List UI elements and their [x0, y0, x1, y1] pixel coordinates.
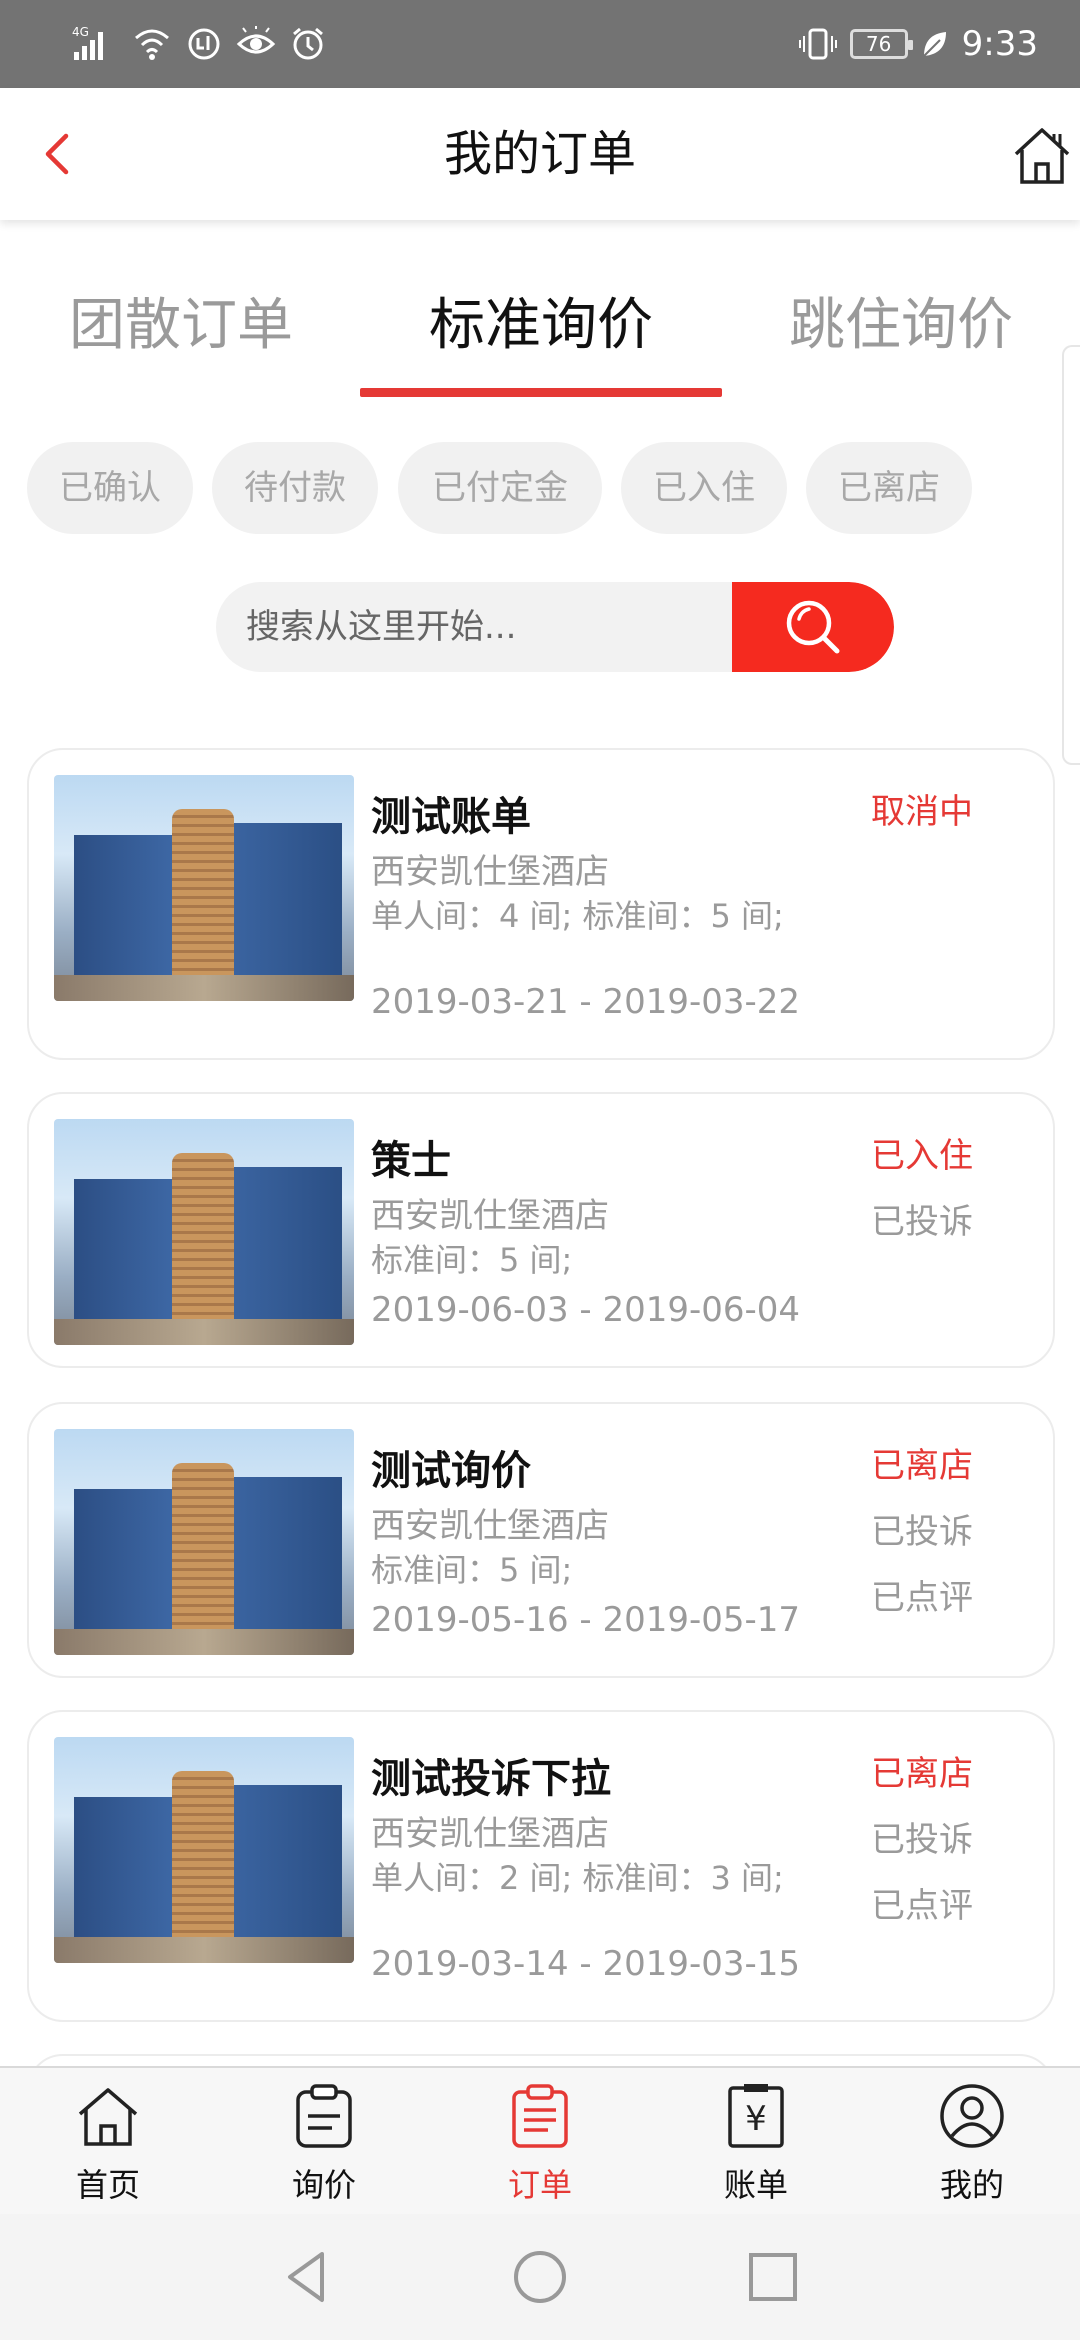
hotel-photo — [54, 775, 354, 1001]
review-status-label: 已点评 — [871, 1886, 973, 1926]
nav-label-inquiry: 询价 — [291, 2166, 356, 2204]
status-icons-right: 76 9:33 — [798, 22, 1038, 66]
active-tab-indicator — [360, 388, 722, 397]
side-scroll-edge — [1062, 345, 1080, 765]
room-summary: 单人间：2 间; 标准间：3 间; — [371, 1859, 784, 1897]
order-card[interactable]: 测试账单 西安凯仕堡酒店 单人间：4 间; 标准间：5 间; 2019-03-2… — [27, 748, 1055, 1060]
tab-group-orders[interactable]: 团散订单 — [0, 280, 362, 361]
stay-dates: 2019-06-03 - 2019-06-04 — [371, 1290, 801, 1330]
home-icon — [1014, 128, 1070, 184]
complaint-status-label: 已投诉 — [871, 1512, 973, 1552]
order-status: 已入住 已投诉 — [871, 1128, 973, 1260]
nav-item-home[interactable]: 首页 — [0, 2068, 216, 2216]
order-title: 策士 — [371, 1138, 451, 1184]
page-title: 我的订单 — [443, 126, 636, 182]
stay-dates: 2019-03-14 - 2019-03-15 — [371, 1944, 801, 1984]
status-label: 已离店 — [871, 1754, 973, 1794]
status-label: 取消中 — [871, 792, 973, 832]
nav-item-inquiry[interactable]: 询价 — [216, 2068, 432, 2216]
search-input[interactable] — [216, 582, 732, 672]
nav-label-home: 首页 — [75, 2166, 140, 2204]
system-recents-button[interactable] — [740, 2244, 806, 2310]
stay-dates: 2019-03-21 - 2019-03-22 — [371, 982, 801, 1022]
hotel-photo — [54, 1737, 354, 1963]
nav-label-orders: 订单 — [507, 2166, 572, 2204]
wifi-icon — [135, 29, 169, 60]
order-status: 已离店 已投诉 已点评 — [871, 1746, 973, 1944]
status-icons-left: 4G — [70, 22, 326, 66]
clipboard-icon — [296, 2084, 352, 2148]
order-list[interactable]: 测试账单 西安凯仕堡酒店 单人间：4 间; 标准间：5 间; 2019-03-2… — [0, 740, 1080, 2066]
nav-label-bills: 账单 — [723, 2166, 788, 2204]
filter-chip-confirmed[interactable]: 已确认 — [27, 442, 193, 534]
home-button[interactable] — [1010, 124, 1074, 188]
data-saver-icon — [188, 28, 220, 60]
hotel-photo — [54, 1119, 354, 1345]
vibrate-icon — [798, 28, 837, 60]
order-card-partial[interactable] — [27, 2054, 1055, 2066]
system-nav-bar — [0, 2214, 1080, 2340]
hotel-name: 西安凯仕堡酒店 — [371, 852, 609, 892]
hotel-name: 西安凯仕堡酒店 — [371, 1196, 609, 1236]
nav-label-mine: 我的 — [939, 2166, 1004, 2204]
nav-item-bills[interactable]: ¥ 账单 — [648, 2068, 864, 2216]
room-summary: 标准间：5 间; — [371, 1241, 573, 1279]
order-list-icon — [512, 2084, 568, 2148]
tab-standard-inquiry[interactable]: 标准询价 — [360, 280, 722, 361]
eye-comfort-icon — [236, 26, 276, 54]
order-title: 测试投诉下拉 — [371, 1756, 611, 1802]
user-icon — [940, 2084, 1004, 2148]
alarm-icon — [293, 27, 323, 60]
order-title: 测试账单 — [371, 794, 531, 840]
status-label: 已离店 — [871, 1446, 973, 1486]
circle-home-icon — [514, 2251, 566, 2303]
order-title: 测试询价 — [371, 1448, 531, 1494]
complaint-status-label: 已投诉 — [871, 1202, 973, 1242]
tab-stay-inquiry[interactable]: 跳住询价 — [720, 280, 1080, 361]
review-status-label: 已点评 — [871, 1578, 973, 1618]
order-status: 已离店 已投诉 已点评 — [871, 1438, 973, 1636]
hotel-photo — [54, 1429, 354, 1655]
room-summary: 标准间：5 间; — [371, 1551, 573, 1589]
filter-chip-checked-in[interactable]: 已入住 — [621, 442, 787, 534]
search-bar — [216, 582, 894, 672]
network-type-label: 4G — [72, 25, 89, 39]
system-back-button[interactable] — [274, 2244, 340, 2310]
status-bar: 4G 76 9:33 — [0, 0, 1080, 88]
filter-chip-deposit-paid[interactable]: 已付定金 — [398, 442, 602, 534]
order-card[interactable]: 测试询价 西安凯仕堡酒店 标准间：5 间; 2019-05-16 - 2019-… — [27, 1402, 1055, 1678]
leaf-icon — [922, 32, 946, 57]
order-card[interactable]: 测试投诉下拉 西安凯仕堡酒店 单人间：2 间; 标准间：3 间; 2019-03… — [27, 1710, 1055, 2022]
clock-time: 9:33 — [961, 24, 1038, 64]
signal-icon: 4G — [72, 25, 103, 60]
order-status: 取消中 — [871, 784, 973, 850]
order-card[interactable]: 策士 西安凯仕堡酒店 标准间：5 间; 2019-06-03 - 2019-06… — [27, 1092, 1055, 1368]
search-icon — [786, 600, 840, 654]
yuan-glyph: ¥ — [745, 2099, 767, 2139]
bill-yuan-icon: ¥ — [728, 2084, 784, 2148]
hotel-name: 西安凯仕堡酒店 — [371, 1814, 609, 1854]
status-label: 已入住 — [871, 1136, 973, 1176]
app-header: 我的订单 — [0, 88, 1080, 220]
hotel-name: 西安凯仕堡酒店 — [371, 1506, 609, 1546]
system-home-button[interactable] — [507, 2244, 573, 2310]
nav-item-mine[interactable]: 我的 — [864, 2068, 1080, 2216]
complaint-status-label: 已投诉 — [871, 1820, 973, 1860]
bottom-nav: 首页 询价 订单 ¥ 账单 我的 — [0, 2066, 1080, 2214]
home-icon — [78, 2088, 138, 2146]
nav-item-orders[interactable]: 订单 — [432, 2068, 648, 2216]
room-summary: 单人间：4 间; 标准间：5 间; — [371, 897, 784, 935]
filter-chip-pending-payment[interactable]: 待付款 — [212, 442, 378, 534]
battery-level: 76 — [865, 32, 892, 56]
order-type-tabs: 团散订单 标准询价 跳住询价 — [0, 250, 1080, 400]
stay-dates: 2019-05-16 - 2019-05-17 — [371, 1600, 801, 1640]
filter-chip-checked-out[interactable]: 已离店 — [806, 442, 972, 534]
square-recents-icon — [749, 2253, 797, 2301]
battery-icon: 76 — [849, 29, 913, 59]
search-button[interactable] — [732, 582, 894, 672]
triangle-back-icon — [288, 2252, 324, 2302]
